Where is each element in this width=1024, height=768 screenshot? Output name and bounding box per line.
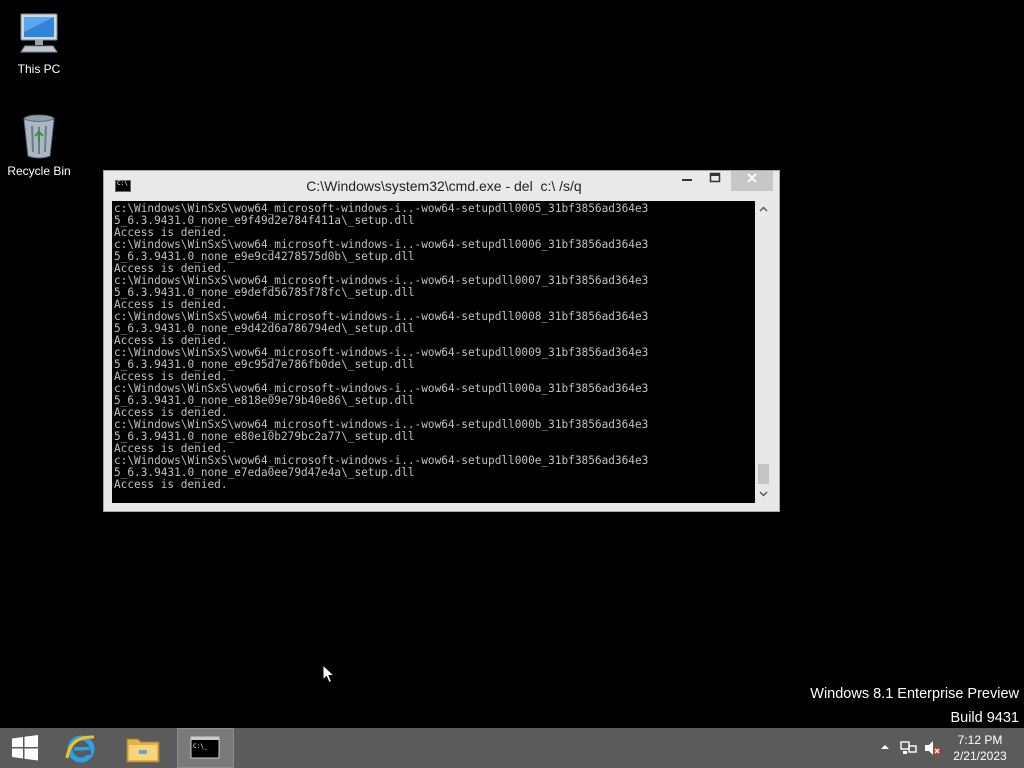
desktop: This PC Recycle Bin C:\Windows\system32\… [0, 0, 1024, 768]
recycle-bin-icon [15, 112, 63, 160]
windows-logo-icon [12, 735, 38, 761]
vertical-scrollbar[interactable] [755, 201, 772, 503]
show-hidden-icons-chevron-icon[interactable] [880, 743, 890, 751]
scroll-up-button[interactable] [755, 201, 772, 218]
taskbar: C:\_ 7:12 PM 2/21/2023 [0, 728, 1024, 768]
watermark-build: Build 9431 [950, 710, 1019, 726]
mouse-cursor-icon [322, 664, 336, 684]
cmd-app-icon[interactable] [115, 180, 131, 192]
scroll-thumb[interactable] [758, 464, 769, 484]
cmd-window[interactable]: C:\Windows\system32\cmd.exe - del c:\ /s… [103, 170, 780, 512]
window-title: C:\Windows\system32\cmd.exe - del c:\ /s… [306, 178, 582, 194]
this-pc-label: This PC [17, 62, 61, 76]
minimize-icon [682, 179, 692, 181]
cmd-titlebar[interactable]: C:\Windows\system32\cmd.exe - del c:\ /s… [104, 171, 779, 201]
system-tray: 7:12 PM 2/21/2023 [864, 728, 1024, 768]
watermark-edition: Windows 8.1 Enterprise Preview [810, 686, 1019, 702]
internet-explorer-button[interactable] [56, 728, 106, 768]
chevron-down-icon [759, 491, 768, 497]
this-pc-shortcut[interactable]: This PC [2, 10, 76, 76]
close-button[interactable] [731, 171, 773, 191]
clock-time: 7:12 PM [957, 733, 1003, 747]
recycle-bin-shortcut[interactable]: Recycle Bin [2, 112, 76, 178]
windows-watermark: Windows 8.1 Enterprise Preview Build 943… [810, 682, 1019, 730]
console-text: c:\Windows\WinSxS\wow64_microsoft-window… [114, 202, 649, 491]
console-output[interactable]: c:\Windows\WinSxS\wow64_microsoft-window… [112, 201, 755, 503]
taskbar-clock[interactable]: 7:12 PM 2/21/2023 [950, 732, 1010, 764]
folder-icon [126, 738, 160, 763]
command-prompt-taskbar-button[interactable]: C:\_ [177, 728, 234, 768]
scroll-down-button[interactable] [755, 486, 772, 503]
close-icon [747, 173, 757, 183]
chevron-up-icon [759, 206, 768, 212]
svg-text:C:\_: C:\_ [193, 743, 208, 750]
network-icon[interactable] [900, 740, 918, 756]
command-prompt-icon: C:\_ [190, 736, 220, 759]
minimize-button[interactable] [674, 171, 700, 191]
internet-explorer-icon [65, 735, 95, 763]
this-pc-icon [15, 10, 63, 58]
recycle-bin-label: Recycle Bin [7, 164, 71, 178]
clock-date: 2/21/2023 [953, 749, 1007, 763]
volume-muted-icon[interactable] [924, 740, 942, 756]
start-button[interactable] [0, 728, 50, 768]
maximize-icon [709, 172, 721, 183]
maximize-button[interactable] [702, 171, 728, 191]
file-explorer-button[interactable] [118, 728, 168, 768]
